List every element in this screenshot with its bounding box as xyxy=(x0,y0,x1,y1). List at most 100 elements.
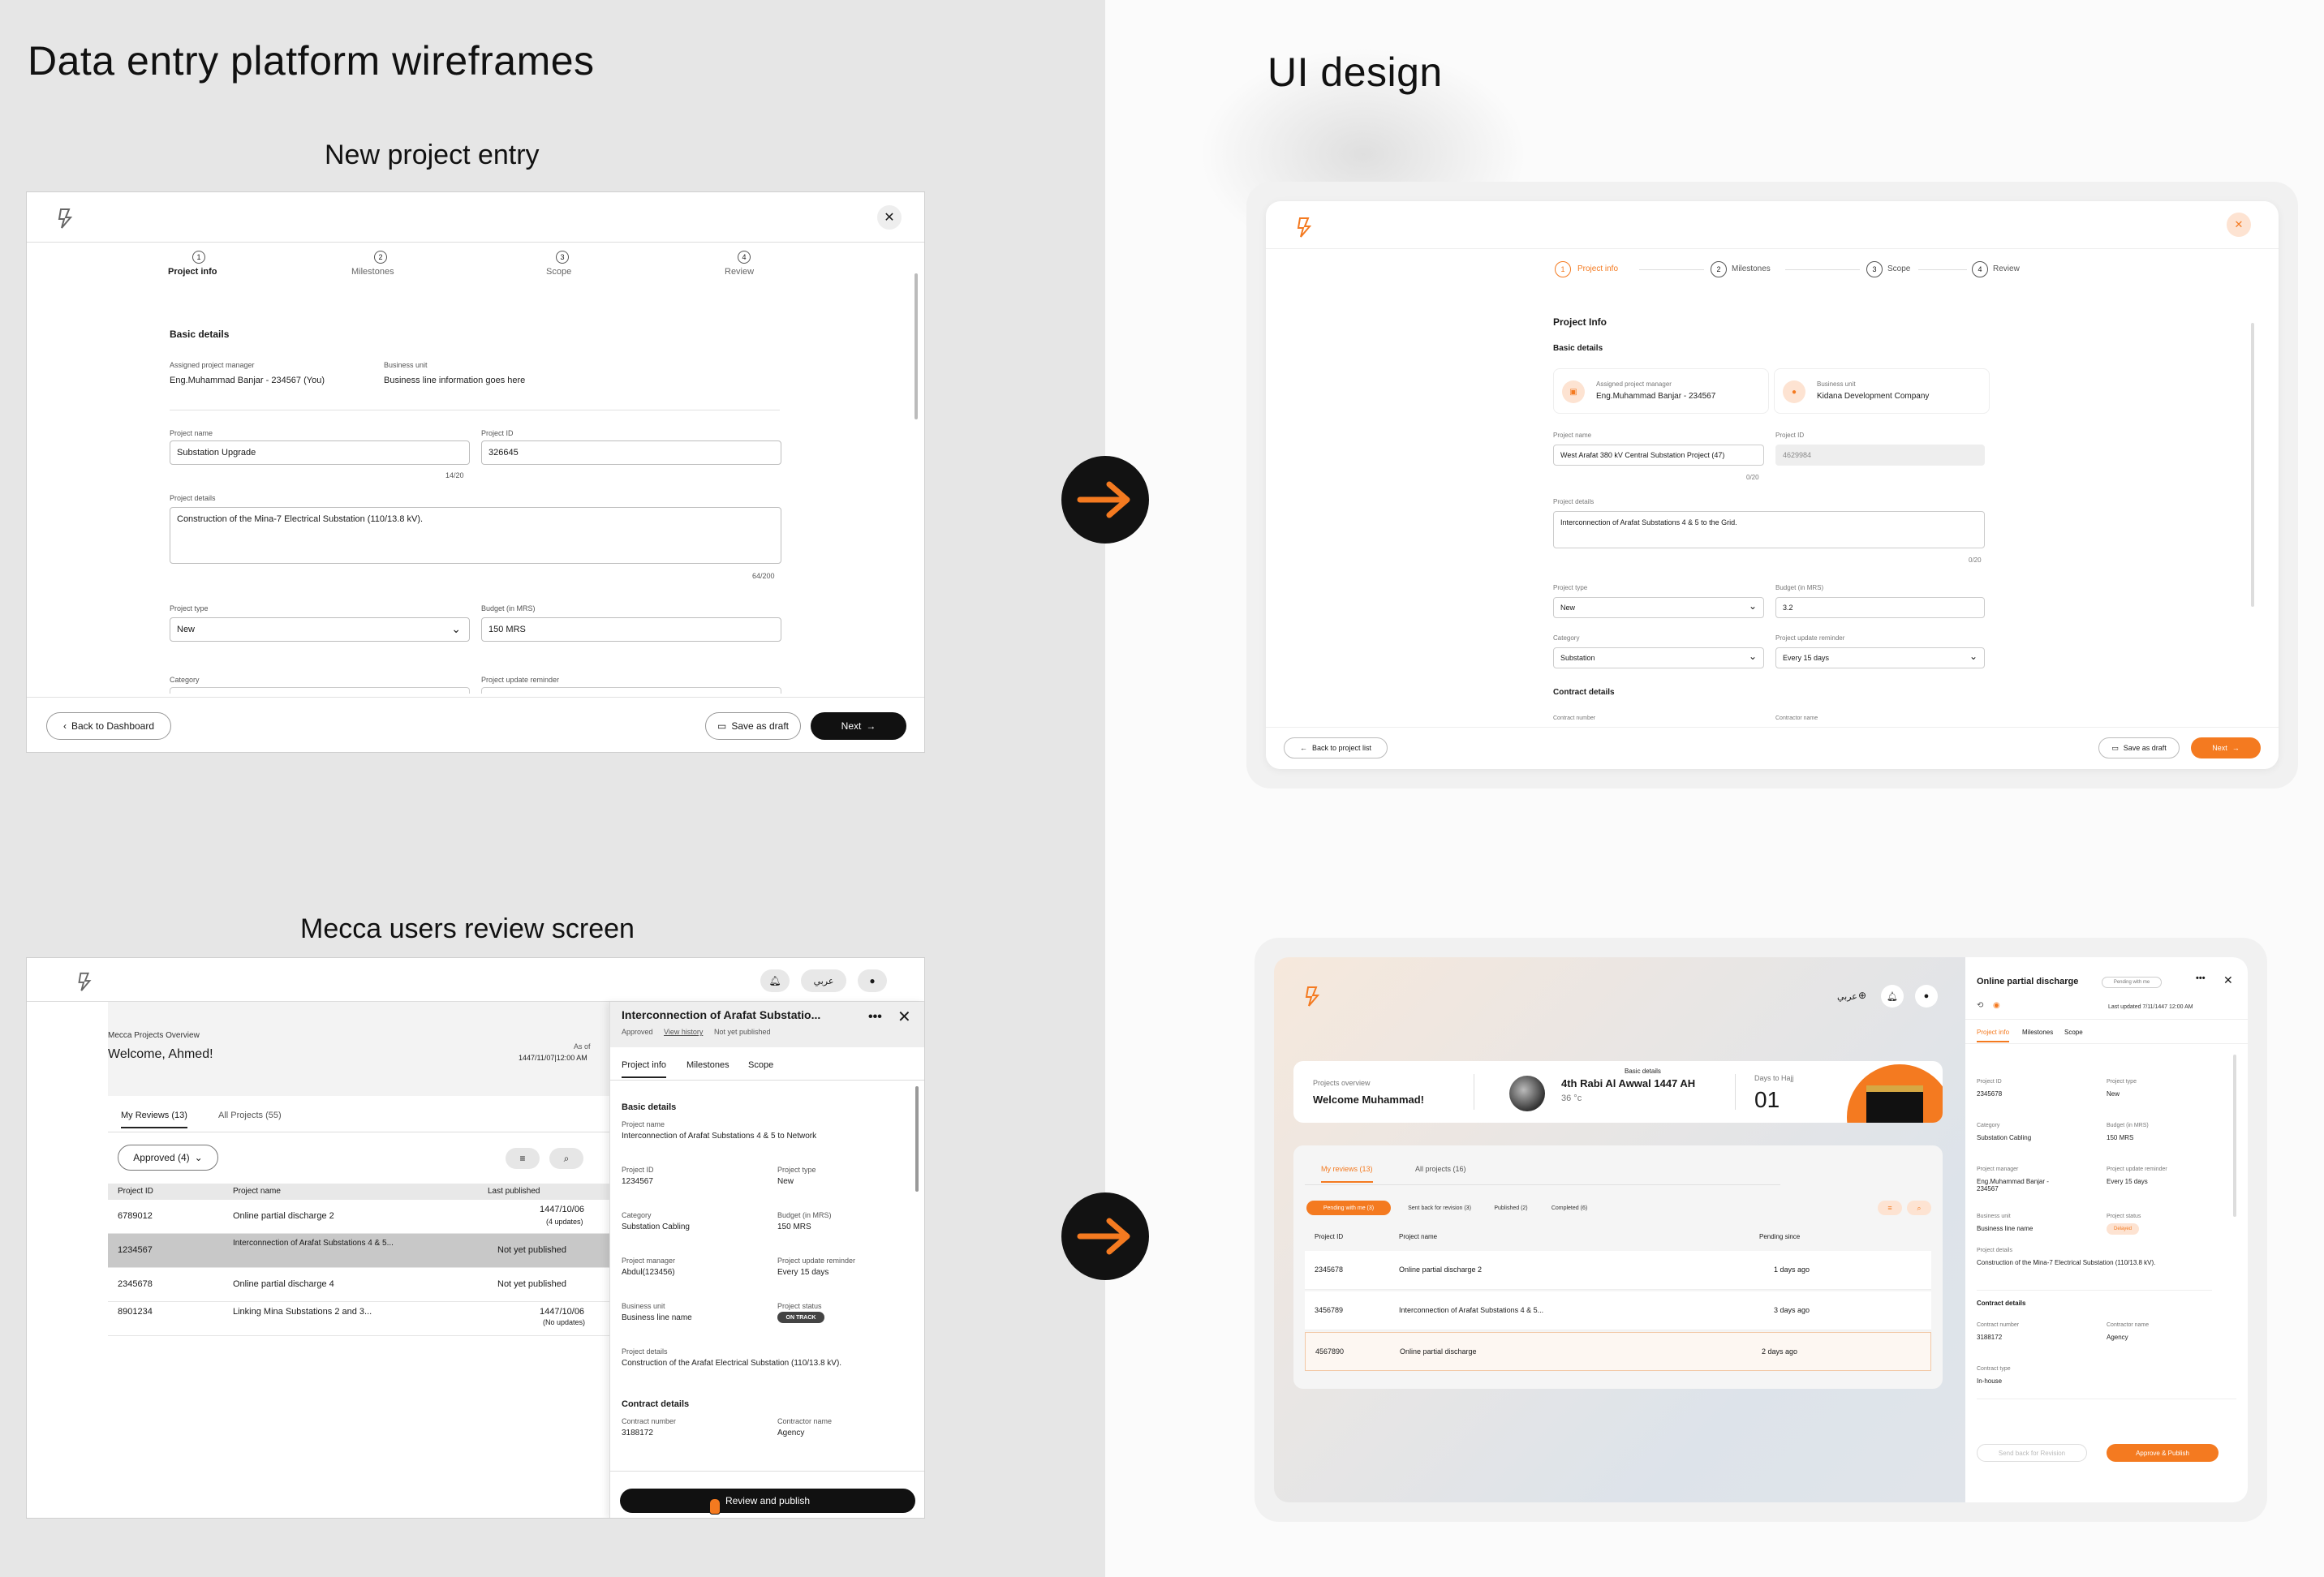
more-icon[interactable]: ••• xyxy=(868,1010,882,1025)
tab-my-reviews[interactable]: My Reviews (13) xyxy=(121,1111,187,1128)
step-scope[interactable]: Scope xyxy=(1887,264,1910,273)
close-icon[interactable]: ✕ xyxy=(2227,213,2251,237)
row-published: Not yet published xyxy=(497,1279,566,1289)
project-details-textarea[interactable]: Interconnection of Arafat Substations 4 … xyxy=(1553,511,1985,548)
back-to-list-button[interactable]: ← Back to project list xyxy=(1284,737,1388,758)
step-scope[interactable]: Scope xyxy=(546,267,571,277)
field-label: Project details xyxy=(1977,1248,2012,1253)
tab-all-projects[interactable]: All Projects (55) xyxy=(218,1111,282,1120)
bell-icon[interactable]: 🔔︎ xyxy=(1881,985,1904,1008)
table-row[interactable]: 8901234 Linking Mina Substations 2 and 3… xyxy=(108,1302,637,1336)
row-name: Interconnection of Arafat Substations 4 … xyxy=(233,1239,394,1248)
review-publish-button[interactable]: Review and publish xyxy=(620,1489,915,1513)
filter-dropdown[interactable]: Approved (4) ⌄ xyxy=(118,1145,218,1171)
project-id-input[interactable]: 326645 xyxy=(481,440,781,465)
user-icon[interactable]: ● xyxy=(858,969,887,992)
stepper: 1 Project info 2 Milestones 3 Scope 4 Re… xyxy=(27,251,924,283)
next-button[interactable]: Next → xyxy=(811,712,906,740)
tab-milestones[interactable]: Milestones xyxy=(686,1060,729,1070)
step-milestones[interactable]: Milestones xyxy=(351,267,394,277)
table-row[interactable]: 1234567 Interconnection of Arafat Substa… xyxy=(108,1234,637,1268)
chevron-down-icon: ⌄ xyxy=(1969,651,1978,662)
table-row[interactable]: 2345678 Online partial discharge 4 Not y… xyxy=(108,1268,637,1302)
filter-sent-back[interactable]: Sent back for revision (3) xyxy=(1394,1201,1485,1215)
logo-icon xyxy=(58,208,73,229)
tab-all-projects[interactable]: All projects (16) xyxy=(1415,1165,1466,1173)
step-project-info[interactable]: Project info xyxy=(1577,264,1618,273)
close-icon[interactable]: ✕ xyxy=(2223,973,2233,987)
info-icon[interactable]: ◉ xyxy=(1993,1001,2000,1010)
tab-scope[interactable]: Scope xyxy=(2064,1029,2083,1036)
tab-project-info[interactable]: Project info xyxy=(1977,1029,2010,1042)
search-icon[interactable]: ⌕ xyxy=(1907,1201,1931,1215)
column-header[interactable]: Project name xyxy=(233,1187,281,1196)
back-to-dashboard-button[interactable]: ‹ Back to Dashboard xyxy=(46,712,171,740)
next-button[interactable]: Next → xyxy=(2191,737,2261,758)
step-review[interactable]: Review xyxy=(1993,264,2020,273)
view-history-link[interactable]: View history xyxy=(664,1028,703,1036)
column-header[interactable]: Pending since xyxy=(1759,1233,1800,1240)
reminder-select[interactable] xyxy=(481,687,781,694)
category-select[interactable]: Substation ⌄ xyxy=(1553,647,1764,668)
table-row[interactable]: 4567890 Online partial discharge 2 days … xyxy=(1305,1332,1931,1371)
step-milestones[interactable]: Milestones xyxy=(1732,264,1771,273)
more-icon[interactable]: ••• xyxy=(2196,973,2206,983)
filter-icon[interactable]: ≡ xyxy=(1878,1201,1902,1215)
tab-my-reviews[interactable]: My reviews (13) xyxy=(1321,1165,1373,1183)
project-details-textarea[interactable]: Construction of the Mina-7 Electrical Su… xyxy=(170,507,781,564)
row-since: 3 days ago xyxy=(1774,1306,1810,1314)
step-review[interactable]: Review xyxy=(725,267,754,277)
bell-icon[interactable]: 🔔︎ xyxy=(760,969,790,992)
approve-publish-button[interactable]: Approve & Publish xyxy=(2107,1444,2219,1462)
filter-completed[interactable]: Completed (6) xyxy=(1539,1201,1600,1215)
language-toggle[interactable]: عربي xyxy=(1837,991,1857,1002)
user-icon[interactable]: ● xyxy=(1915,985,1938,1008)
table-row[interactable]: 6789012 Online partial discharge 2 1447/… xyxy=(108,1200,637,1234)
project-type-select[interactable]: New ⌄ xyxy=(170,617,470,642)
column-header[interactable]: Last published xyxy=(488,1187,540,1196)
logo-icon xyxy=(1305,986,1320,1007)
project-type-label: Project type xyxy=(170,604,209,612)
scrollbar[interactable] xyxy=(2251,323,2254,607)
column-header[interactable]: Project ID xyxy=(118,1187,153,1196)
scrollbar[interactable] xyxy=(915,1086,919,1192)
column-header[interactable]: Project ID xyxy=(1315,1233,1343,1240)
char-count: 14/20 xyxy=(445,471,464,479)
budget-input[interactable]: 150 MRS xyxy=(481,617,781,642)
tab-scope[interactable]: Scope xyxy=(748,1060,773,1070)
table-row[interactable]: 3456789 Interconnection of Arafat Substa… xyxy=(1305,1291,1931,1330)
step-project-info[interactable]: Project info xyxy=(168,267,217,277)
language-toggle[interactable]: عربي xyxy=(801,969,846,992)
panel-title: Interconnection of Arafat Substatio... xyxy=(622,1008,821,1021)
project-name-input[interactable]: Substation Upgrade xyxy=(170,440,470,465)
close-icon[interactable]: ✕ xyxy=(877,205,902,230)
tab-milestones[interactable]: Milestones xyxy=(2022,1029,2053,1036)
button-label: Back to project list xyxy=(1311,744,1372,752)
history-icon[interactable]: ⟲ xyxy=(1977,1001,1983,1010)
scrollbar[interactable] xyxy=(2233,1055,2236,1217)
globe-icon[interactable]: ⊕ xyxy=(1858,990,1866,1001)
table-row[interactable]: 2345678 Online partial discharge 2 1 day… xyxy=(1305,1251,1931,1290)
budget-input[interactable]: 3.2 xyxy=(1775,597,1985,618)
filter-published[interactable]: Published (2) xyxy=(1485,1201,1537,1215)
row-name: Interconnection of Arafat Substations 4 … xyxy=(1399,1306,1544,1314)
save-draft-button[interactable]: ▭ Save as draft xyxy=(2098,737,2180,758)
scrollbar[interactable] xyxy=(915,273,918,419)
char-count: 0/20 xyxy=(1746,474,1759,481)
close-icon[interactable]: ✕ xyxy=(897,1007,911,1027)
search-icon[interactable]: ⌕ xyxy=(549,1148,583,1169)
row-note: (No updates) xyxy=(543,1318,586,1326)
filter-icon[interactable]: ≡ xyxy=(506,1148,540,1169)
category-select[interactable] xyxy=(170,687,470,694)
column-header[interactable]: Project name xyxy=(1399,1233,1437,1240)
project-type-select[interactable]: New ⌄ xyxy=(1553,597,1764,618)
tab-project-info[interactable]: Project info xyxy=(622,1060,667,1078)
field-value: Construction of the Mina-7 Electrical Su… xyxy=(1977,1259,2156,1266)
save-draft-button[interactable]: ▭ Save as draft xyxy=(705,712,801,740)
send-back-button[interactable]: Send back for Revision xyxy=(1977,1444,2087,1462)
panel-header: Interconnection of Arafat Substatio... A… xyxy=(610,1002,924,1047)
filter-pending[interactable]: Pending with me (3) xyxy=(1306,1201,1391,1215)
field-value: In-house xyxy=(1977,1377,2003,1385)
reminder-select[interactable]: Every 15 days ⌄ xyxy=(1775,647,1985,668)
project-name-input[interactable]: West Arafat 380 kV Central Substation Pr… xyxy=(1553,445,1764,466)
